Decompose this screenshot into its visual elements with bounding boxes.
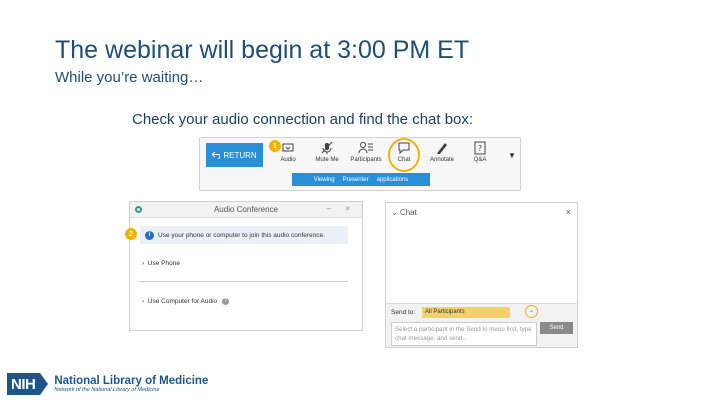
participants-icon — [358, 142, 373, 154]
help-icon[interactable]: ? — [221, 298, 229, 305]
chevron-down-icon[interactable]: ▼ — [508, 151, 516, 160]
nih-logo-mark: NIH — [7, 373, 41, 395]
audio-conference-panel: Audio Conference – × i Use your phone or… — [129, 201, 363, 331]
chevron-down-icon: ⌄ — [391, 208, 398, 217]
chat-title: Chat — [399, 208, 417, 217]
return-button[interactable]: RETURN — [206, 143, 263, 167]
applications-label: applications — [376, 176, 409, 183]
use-phone-option[interactable]: › Use Phone — [142, 260, 180, 267]
tool-audio[interactable]: Audio — [270, 141, 306, 171]
audio-icon — [282, 143, 294, 152]
presenter-label: Presenter — [342, 176, 369, 183]
tool-audio-label: Audio — [280, 157, 296, 163]
instruction-text: Check your audio connection and find the… — [132, 111, 474, 128]
page-title: The webinar will begin at 3:00 PM ET — [55, 36, 470, 64]
audio-divider — [138, 281, 348, 282]
close-icon[interactable]: × — [566, 207, 571, 217]
microphone-icon — [321, 141, 333, 154]
return-arrow-icon — [212, 151, 221, 159]
audio-window-controls[interactable]: – × — [327, 204, 356, 213]
info-icon: i — [145, 230, 154, 240]
step-badge-2: 2 — [125, 228, 137, 240]
question-icon: ? — [474, 141, 486, 155]
pencil-icon — [437, 143, 447, 154]
audio-panel-header: Audio Conference – × — [130, 202, 362, 218]
send-to-select[interactable]: All Participants — [422, 307, 510, 318]
chevron-right-icon: › — [142, 298, 145, 306]
audio-info-text: Use your phone or computer to join this … — [158, 231, 325, 239]
chat-footer: Send to: All Participants ⌄ Select a par… — [386, 303, 577, 347]
tool-annotate-label: Annotate — [429, 157, 455, 163]
chat-header[interactable]: ⌄ Chat — [391, 208, 417, 217]
return-label: RETURN — [223, 150, 257, 160]
tool-mute-label: Mute Me — [315, 157, 339, 163]
viewing-label: Viewing — [313, 176, 335, 183]
webex-toolbar: RETURN 1 Audio Mute Me Participants Chat… — [199, 137, 521, 191]
chat-panel: ⌄ Chat × Send to: All Participants ⌄ Sel… — [385, 202, 578, 348]
chat-highlight-circle — [388, 138, 420, 172]
viewing-bar: Viewing Presenter applications — [292, 173, 430, 186]
nih-nlm-logo: NIH National Library of Medicine Network… — [7, 373, 208, 395]
tool-participants-label: Participants — [350, 157, 382, 163]
tool-mute-me[interactable]: Mute Me — [309, 141, 345, 171]
page-subtitle: While you’re waiting… — [55, 69, 204, 86]
use-phone-label: Use Phone — [147, 260, 180, 267]
svg-text:?: ? — [478, 144, 482, 153]
chevron-right-icon: › — [142, 260, 145, 267]
nih-logo-text: National Library of Medicine Network of … — [54, 375, 208, 393]
nlm-tagline: Network of the National Library of Medic… — [54, 387, 160, 393]
use-computer-label: Use Computer for Audio — [147, 298, 218, 306]
chat-message-input[interactable]: Select a participant in the Send to menu… — [391, 322, 537, 346]
audio-info-banner: i Use your phone or computer to join thi… — [140, 226, 348, 244]
tool-participants[interactable]: Participants — [348, 141, 384, 171]
send-to-label: Send to: — [391, 309, 416, 316]
nih-logo-arrow — [40, 373, 49, 395]
tool-qa-label: Q&A — [473, 157, 487, 163]
nlm-name: National Library of Medicine — [54, 375, 209, 387]
send-to-dropdown-icon[interactable]: ⌄ — [525, 305, 538, 318]
use-computer-option[interactable]: › Use Computer for Audio ? — [142, 298, 229, 305]
send-button[interactable]: Send — [540, 322, 573, 334]
tool-qa[interactable]: ? Q&A — [462, 141, 498, 171]
tool-annotate[interactable]: Annotate — [424, 141, 460, 171]
